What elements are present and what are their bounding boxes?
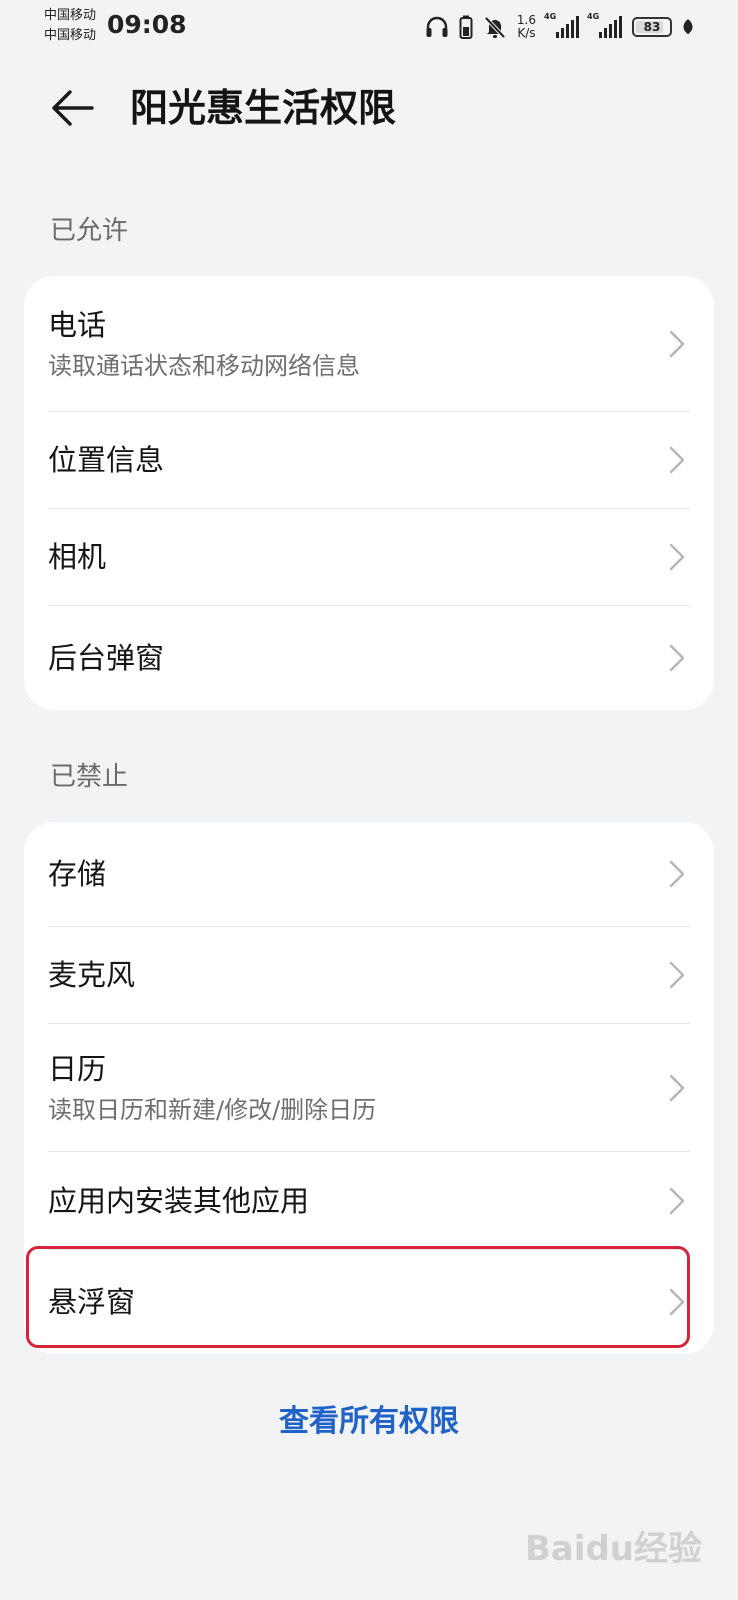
speed-unit: K/s [517,26,536,40]
carrier-1: 中国移动 [44,8,97,23]
permission-title: 悬浮窗 [48,1285,136,1319]
permission-title: 日历 [48,1051,107,1086]
back-button[interactable] [46,82,98,134]
watermark-logo: Baidu经验 [524,1529,702,1569]
network-speed: 1.6 K/s [517,14,536,40]
carrier-2: 中国移动 [44,28,97,43]
leaf-icon [683,19,693,34]
allowed-card: 电话 读取通话状态和移动网络信息 位置信息 相机 后台弹窗 [24,276,714,710]
signal-2-icon: 4G [587,12,622,38]
permission-background-popup[interactable]: 后台弹窗 [48,606,690,710]
permission-camera[interactable]: 相机 [48,509,690,606]
permission-microphone[interactable]: 麦克风 [48,927,690,1024]
permission-title: 相机 [48,540,107,574]
headphones-icon [426,16,448,37]
chevron-right-icon [669,446,685,474]
permission-title: 应用内安装其他应用 [48,1183,310,1218]
battery-level: 83 [643,20,661,34]
permission-storage[interactable]: 存储 [48,822,690,927]
status-time: 09:08 [107,10,187,39]
chevron-right-icon [669,1187,685,1214]
permission-calendar[interactable]: 日历 读取日历和新建/修改/删除日历 [48,1024,690,1152]
carrier-labels: 中国移动 中国移动 [44,6,96,46]
network-type-2: 4G [587,12,600,21]
permission-phone[interactable]: 电话 读取通话状态和移动网络信息 [48,276,690,412]
chevron-right-icon [669,1074,685,1101]
permission-title: 麦克风 [48,958,136,992]
chevron-right-icon [669,961,685,989]
signal-1-icon: 4G [544,12,579,38]
allowed-section-label: 已允许 [50,216,129,246]
permission-subtitle: 读取日历和新建/修改/删除日历 [48,1095,377,1124]
status-bar: 中国移动 中国移动 09:08 1.6 K/s 4G 4G 83 [0,0,738,52]
permission-title: 位置信息 [48,443,165,477]
permission-title: 电话 [48,307,107,342]
page-title: 阳光惠生活权限 [130,86,397,130]
permission-title: 后台弹窗 [48,641,165,675]
permission-title: 存储 [48,857,107,891]
denied-section-label: 已禁止 [50,762,129,792]
battery-icon: 83 [632,17,672,37]
chevron-right-icon [669,1288,685,1316]
back-arrow-icon [52,90,94,126]
chevron-right-icon [669,543,685,571]
permission-subtitle: 读取通话状态和移动网络信息 [48,351,360,380]
denied-card: 存储 麦克风 日历 读取日历和新建/修改/删除日历 应用内安装其他应用 悬浮窗 [24,822,714,1354]
chevron-right-icon [669,330,685,357]
permission-install-apps[interactable]: 应用内安装其他应用 [48,1152,690,1250]
permission-floating-window[interactable]: 悬浮窗 [48,1250,690,1354]
chevron-right-icon [669,644,685,672]
permission-location[interactable]: 位置信息 [48,412,690,509]
network-type-1: 4G [544,12,557,21]
bell-mute-icon [484,16,506,39]
chevron-right-icon [669,860,685,888]
view-all-permissions-link[interactable]: 查看所有权限 [0,1396,738,1440]
phone-battery-icon [459,15,473,39]
status-icons: 1.6 K/s 4G 4G 83 [425,12,694,42]
